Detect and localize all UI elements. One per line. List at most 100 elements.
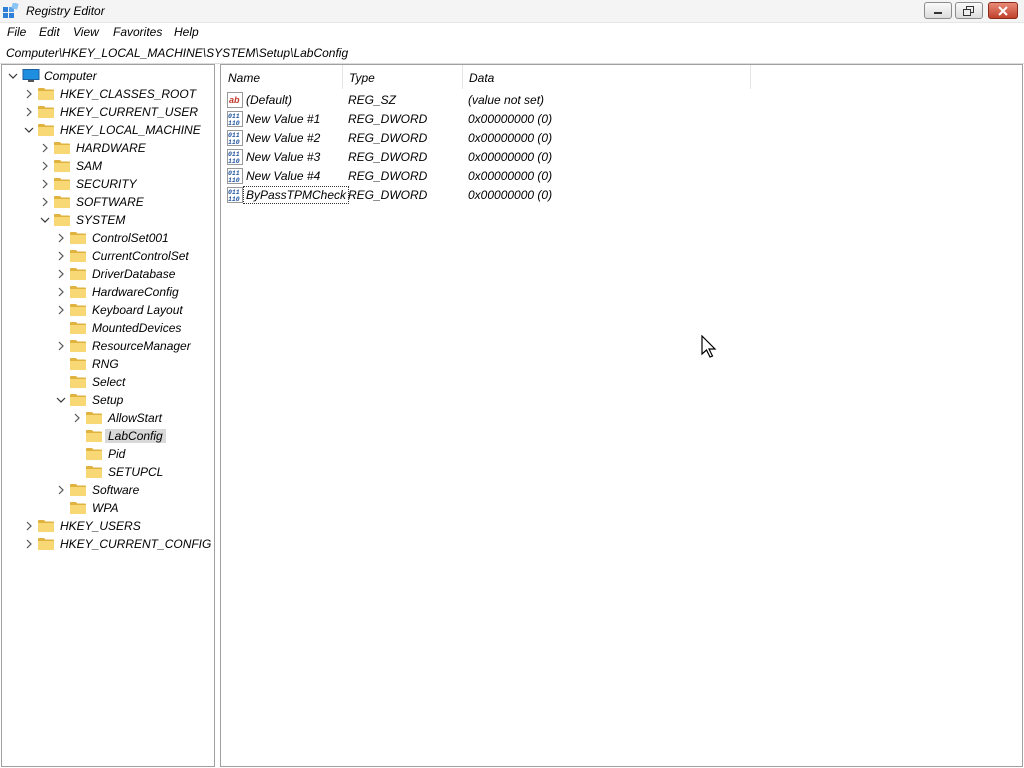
binary-value-icon: 011110	[227, 149, 243, 165]
column-header-type[interactable]: Type	[342, 65, 462, 89]
value-row[interactable]: 011 110 ByPassTPMCheck REG_DWORD 0x00000000 …	[225, 186, 1005, 204]
tree-node-software[interactable]: SOFTWARE	[2, 193, 202, 211]
tree-node-label: HKEY_CLASSES_ROOT	[60, 87, 197, 101]
chevron-right-icon[interactable]	[24, 104, 36, 120]
value-row[interactable]: 011 110 New Value #3 REG_DWORD 0x00000000 (0…	[225, 148, 1005, 166]
minimize-button[interactable]	[924, 2, 952, 19]
value-data: 0x00000000 (0)	[468, 150, 553, 164]
restore-button[interactable]	[955, 2, 983, 19]
chevron-right-icon[interactable]	[72, 410, 84, 426]
value-name: (Default)	[246, 93, 293, 107]
chevron-down-icon[interactable]	[56, 392, 68, 408]
address-path[interactable]: Computer\HKEY_LOCAL_MACHINE\SYSTEM\Setup…	[6, 46, 348, 60]
tree-node-software[interactable]: Software	[2, 481, 202, 499]
tree-node-controlset001[interactable]: ControlSet001	[2, 229, 202, 247]
svg-text:ab: ab	[229, 95, 240, 105]
menu-help[interactable]: Help	[174, 25, 199, 39]
chevron-right-icon[interactable]	[56, 230, 68, 246]
tree-node-select[interactable]: Select	[2, 373, 202, 391]
chevron-right-icon[interactable]	[40, 158, 52, 174]
chevron-right-icon[interactable]	[56, 248, 68, 264]
tree-node-label: HKEY_LOCAL_MACHINE	[60, 123, 201, 137]
computer-icon	[22, 69, 40, 82]
tree-node-label: RNG	[92, 357, 119, 371]
values-list-pane[interactable]: Name Type Data ab (Default) REG_SZ (value n…	[220, 64, 1023, 767]
chevron-right-icon[interactable]	[40, 194, 52, 210]
tree-node-label: HARDWARE	[76, 141, 146, 155]
tree-node-label: SECURITY	[76, 177, 137, 191]
key-tree-pane[interactable]: Computer HKEY_CLASSES_ROOT HKEY_CURRENT_US…	[1, 64, 215, 767]
menu-favorites[interactable]: Favorites	[113, 25, 162, 39]
tree-node-label: Software	[92, 483, 140, 497]
binary-value-icon: 011110	[227, 130, 243, 146]
column-header-data[interactable]: Data	[462, 65, 750, 89]
tree-node-security[interactable]: SECURITY	[2, 175, 202, 193]
folder-icon	[54, 142, 70, 154]
chevron-right-icon[interactable]	[56, 338, 68, 354]
tree-node-rng[interactable]: RNG	[2, 355, 202, 373]
tree-node-label: SYSTEM	[76, 213, 126, 227]
chevron-down-icon[interactable]	[8, 68, 20, 84]
tree-node-label: ResourceManager	[92, 339, 191, 353]
tree-node-computer[interactable]: Computer	[2, 67, 202, 85]
value-row[interactable]: 011 110 New Value #4 REG_DWORD 0x00000000 (0…	[225, 167, 1005, 185]
tree-node-hkey-users[interactable]: HKEY_USERS	[2, 517, 202, 535]
tree-node-hkey-local-machine[interactable]: HKEY_LOCAL_MACHINE	[2, 121, 202, 139]
value-row[interactable]: ab (Default) REG_SZ (value not set)	[225, 91, 1005, 109]
tree-node-label: HKEY_USERS	[60, 519, 141, 533]
tree-node-hardware[interactable]: HARDWARE	[2, 139, 202, 157]
chevron-right-icon[interactable]	[56, 284, 68, 300]
menu-file[interactable]: File	[7, 25, 26, 39]
tree-node-resourcemanager[interactable]: ResourceManager	[2, 337, 202, 355]
svg-text:011: 011	[228, 132, 240, 139]
value-name: ByPassTPMCheck	[242, 186, 350, 204]
chevron-right-icon[interactable]	[24, 518, 36, 534]
tree-node-setup[interactable]: Setup	[2, 391, 202, 409]
chevron-right-icon[interactable]	[40, 140, 52, 156]
tree-node-hkey-current-user[interactable]: HKEY_CURRENT_USER	[2, 103, 202, 121]
tree-node-hkey-current-config[interactable]: HKEY_CURRENT_CONFIG	[2, 535, 211, 553]
tree-node-pid[interactable]: Pid	[2, 445, 202, 463]
tree-node-driverdatabase[interactable]: DriverDatabase	[2, 265, 202, 283]
chevron-right-icon[interactable]	[56, 482, 68, 498]
menu-edit[interactable]: Edit	[39, 25, 60, 39]
tree-node-wpa[interactable]: WPA	[2, 499, 202, 517]
chevron-right-icon[interactable]	[24, 86, 36, 102]
value-data: 0x00000000 (0)	[468, 131, 553, 145]
chevron-right-icon[interactable]	[56, 302, 68, 318]
folder-icon	[70, 358, 86, 370]
tree-node-keyboard-layout[interactable]: Keyboard Layout	[2, 301, 202, 319]
tree-node-sam[interactable]: SAM	[2, 157, 202, 175]
value-name: New Value #2	[246, 131, 321, 145]
value-row[interactable]: 011 110 New Value #1 REG_DWORD 0x00000000 (0…	[225, 110, 1005, 128]
tree-node-label: DriverDatabase	[92, 267, 176, 281]
folder-icon	[54, 214, 70, 226]
chevron-down-icon[interactable]	[24, 122, 36, 138]
close-button[interactable]	[988, 2, 1018, 19]
tree-node-system[interactable]: SYSTEM	[2, 211, 202, 229]
folder-icon	[70, 502, 86, 514]
chevron-down-icon[interactable]	[40, 212, 52, 228]
svg-text:110: 110	[228, 177, 240, 184]
tree-node-label: HKEY_CURRENT_USER	[60, 105, 199, 119]
chevron-right-icon[interactable]	[56, 266, 68, 282]
chevron-right-icon[interactable]	[40, 176, 52, 192]
tree-node-labconfig[interactable]: LabConfig	[2, 427, 202, 445]
string-value-icon: ab	[227, 92, 243, 108]
address-bar[interactable]: Computer\HKEY_LOCAL_MACHINE\SYSTEM\Setup…	[0, 44, 1024, 64]
chevron-right-icon[interactable]	[24, 536, 36, 552]
tree-node-hkey-classes-root[interactable]: HKEY_CLASSES_ROOT	[2, 85, 202, 103]
menu-view[interactable]: View	[73, 25, 99, 39]
tree-node-setupcl[interactable]: SETUPCL	[2, 463, 202, 481]
folder-icon	[86, 412, 102, 424]
tree-node-hardwareconfig[interactable]: HardwareConfig	[2, 283, 202, 301]
value-row[interactable]: 011 110 New Value #2 REG_DWORD 0x00000000 (0…	[225, 129, 1005, 147]
title-bar: Registry Editor	[0, 0, 1024, 23]
folder-icon	[38, 538, 54, 550]
value-data: (value not set)	[468, 93, 545, 107]
tree-node-currentcontrolset[interactable]: CurrentControlSet	[2, 247, 202, 265]
tree-node-label: SAM	[76, 159, 103, 173]
column-header-name[interactable]: Name	[221, 65, 343, 89]
tree-node-allowstart[interactable]: AllowStart	[2, 409, 202, 427]
tree-node-mounteddevices[interactable]: MountedDevices	[2, 319, 202, 337]
